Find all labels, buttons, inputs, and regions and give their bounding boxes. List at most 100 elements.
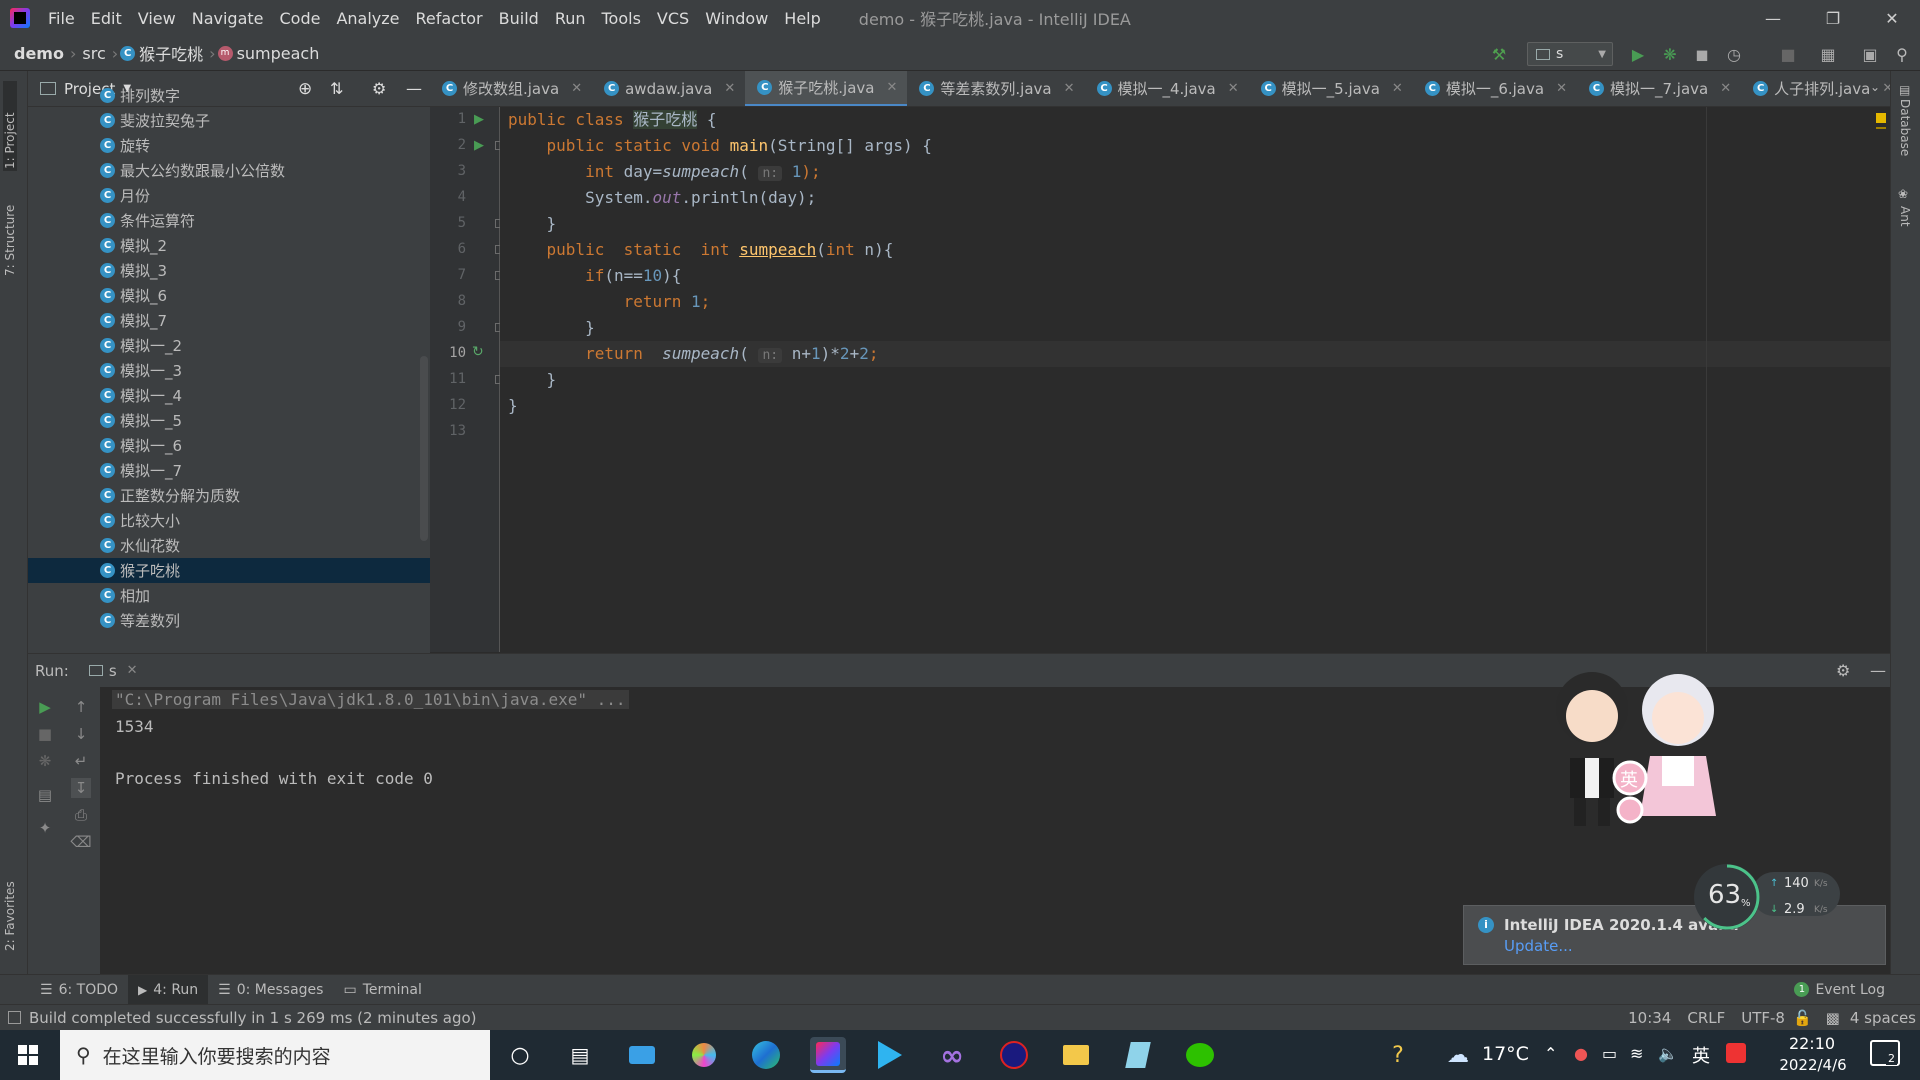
wechat-icon[interactable] xyxy=(1182,1037,1218,1073)
caret-position[interactable]: 10:34 xyxy=(1628,1009,1671,1027)
windows-start-icon[interactable] xyxy=(18,1045,38,1065)
sogou-ime-icon[interactable] xyxy=(1726,1043,1746,1063)
structure-tool-tab[interactable]: 7: Structure xyxy=(3,186,17,276)
close-tab-icon[interactable]: ✕ xyxy=(1392,81,1403,96)
stop-icon[interactable]: ■ xyxy=(35,724,55,744)
breadcrumb-class[interactable]: 猴子吃桃 xyxy=(135,41,207,65)
project-tool-tab[interactable]: 1: Project xyxy=(3,81,17,171)
pin-icon[interactable]: ✦ xyxy=(35,818,55,838)
menu-run[interactable]: Run xyxy=(547,9,594,28)
weather-temp[interactable]: 17°C xyxy=(1482,1043,1529,1065)
restore-icon[interactable]: ❐ xyxy=(1805,0,1861,36)
profile-icon[interactable]: ◷ xyxy=(1724,44,1744,64)
paint-icon[interactable] xyxy=(686,1037,722,1073)
editor-tab[interactable]: C 模拟一_5.java ✕ xyxy=(1249,71,1413,106)
tree-item[interactable]: C 模拟_2 xyxy=(28,233,430,258)
status-panel-icon[interactable] xyxy=(8,1011,21,1024)
menu-help[interactable]: Help xyxy=(776,9,828,28)
visual-studio-icon[interactable]: ∞ xyxy=(934,1037,970,1073)
scroll-to-end-icon[interactable]: ↧ xyxy=(71,778,91,798)
tree-item[interactable]: C 旋转 xyxy=(28,133,430,158)
close-tab-icon[interactable]: ✕ xyxy=(1556,81,1567,96)
down-arrow-icon[interactable]: ↓ xyxy=(71,724,91,744)
run-tab[interactable]: ▶ 4: Run xyxy=(128,974,209,1005)
favorites-tool-tab[interactable]: 2: Favorites xyxy=(3,861,17,951)
clock-date[interactable]: 2022/4/6 xyxy=(1765,1056,1861,1074)
menu-navigate[interactable]: Navigate xyxy=(184,9,272,28)
file-explorer-icon[interactable] xyxy=(1058,1037,1094,1073)
debug-icon[interactable]: ❋ xyxy=(1660,44,1680,64)
run-gutter-icon[interactable]: ▶ xyxy=(474,112,484,127)
print-icon[interactable]: ⎙ xyxy=(71,805,91,825)
pc-manager-icon[interactable] xyxy=(624,1037,660,1073)
tree-item[interactable]: C 模拟_7 xyxy=(28,308,430,333)
layout-icon[interactable]: ▣ xyxy=(1860,44,1880,64)
up-arrow-icon[interactable]: ↑ xyxy=(71,697,91,717)
tree-item[interactable]: C 月份 xyxy=(28,183,430,208)
indent-setting[interactable]: 4 spaces xyxy=(1850,1009,1916,1027)
csdn-icon[interactable] xyxy=(996,1037,1032,1073)
coverage-icon[interactable]: ◼ xyxy=(1692,44,1712,64)
lock-icon[interactable]: 🔓 xyxy=(1793,1009,1812,1027)
event-log-tab[interactable]: 1 Event Log xyxy=(1784,975,1895,1005)
rerun-icon[interactable]: ▶ xyxy=(35,697,55,717)
editor-tab[interactable]: C 修改数组.java ✕ xyxy=(430,71,592,106)
tree-item[interactable]: C 排列数字 xyxy=(28,83,430,108)
error-stripe-mark[interactable] xyxy=(1876,127,1886,129)
notepad-icon[interactable] xyxy=(1120,1037,1156,1073)
terminal-tab[interactable]: ▭ Terminal xyxy=(333,975,431,1005)
tree-item[interactable]: C 模拟一_5 xyxy=(28,408,430,433)
editor-tab[interactable]: C 等差素数列.java ✕ xyxy=(907,71,1084,106)
database-tool-tab[interactable]: Database xyxy=(1898,99,1912,169)
tree-item[interactable]: C 模拟一_2 xyxy=(28,333,430,358)
tree-item[interactable]: C 斐波拉契兔子 xyxy=(28,108,430,133)
run-tab-label[interactable]: s xyxy=(109,662,117,680)
tabs-overflow-icon[interactable]: ⌄ xyxy=(1870,80,1880,94)
editor-tab[interactable]: Cawdaw.java ✕ xyxy=(592,71,745,106)
ant-tool-tab[interactable]: Ant xyxy=(1898,206,1912,246)
menu-analyze[interactable]: Analyze xyxy=(328,9,407,28)
stop-icon[interactable]: ■ xyxy=(1778,44,1798,64)
ime-indicator[interactable]: 英 xyxy=(1692,1042,1710,1068)
warning-marker-icon[interactable] xyxy=(1876,113,1886,123)
tree-item[interactable]: C 正整数分解为质数 xyxy=(28,483,430,508)
menu-edit[interactable]: Edit xyxy=(83,9,130,28)
gear-icon[interactable]: ⚙ xyxy=(1836,661,1850,680)
taskbar-search[interactable]: ⚲ 在这里输入你要搜索的内容 xyxy=(60,1030,490,1080)
todo-tab[interactable]: ☰ 6: TODO xyxy=(30,975,128,1005)
volume-icon[interactable]: 🔈 xyxy=(1658,1044,1678,1063)
close-icon[interactable]: ✕ xyxy=(127,663,138,678)
close-tab-icon[interactable]: ✕ xyxy=(571,81,582,96)
tree-item[interactable]: C 条件运算符 xyxy=(28,208,430,233)
line-separator[interactable]: CRLF xyxy=(1687,1009,1725,1027)
close-tab-icon[interactable]: ✕ xyxy=(1064,81,1075,96)
tree-item[interactable]: C 模拟_6 xyxy=(28,283,430,308)
update-link[interactable]: Update... xyxy=(1504,937,1573,955)
cortana-icon[interactable]: ○ xyxy=(502,1037,538,1073)
editor-tab[interactable]: C 猴子吃桃.java ✕ xyxy=(745,71,908,106)
close-tab-icon[interactable]: ✕ xyxy=(1228,81,1239,96)
breadcrumb-project[interactable]: demo xyxy=(10,44,68,63)
editor-tab[interactable]: C 模拟一_6.java ✕ xyxy=(1413,71,1577,106)
menu-tools[interactable]: Tools xyxy=(594,9,649,28)
debug-icon[interactable]: ❋ xyxy=(35,751,55,771)
tree-item[interactable]: C 猴子吃桃 xyxy=(28,558,430,583)
tree-item[interactable]: C 模拟一_3 xyxy=(28,358,430,383)
media-player-icon[interactable] xyxy=(872,1037,908,1073)
tree-item[interactable]: C 模拟一_7 xyxy=(28,458,430,483)
wifi-icon[interactable]: ≋ xyxy=(1630,1044,1643,1063)
run-gutter-icon[interactable]: ▶ xyxy=(474,138,484,153)
tree-item[interactable]: C 相加 xyxy=(28,583,430,608)
close-tab-icon[interactable]: ✕ xyxy=(1720,81,1731,96)
menu-window[interactable]: Window xyxy=(697,9,776,28)
tree-item[interactable]: C 模拟一_6 xyxy=(28,433,430,458)
help-icon[interactable]: ? xyxy=(1380,1037,1416,1073)
editor-tab[interactable]: C 人子排列.java ✕ xyxy=(1741,71,1890,106)
messages-tab[interactable]: ☰ 0: Messages xyxy=(208,975,333,1005)
menu-view[interactable]: View xyxy=(130,9,184,28)
edge-icon[interactable] xyxy=(748,1037,784,1073)
breadcrumb-src[interactable]: src xyxy=(78,44,109,63)
tree-scrollbar[interactable] xyxy=(420,356,428,541)
search-icon[interactable]: ⚲ xyxy=(1892,44,1912,64)
tree-item[interactable]: C 水仙花数 xyxy=(28,533,430,558)
